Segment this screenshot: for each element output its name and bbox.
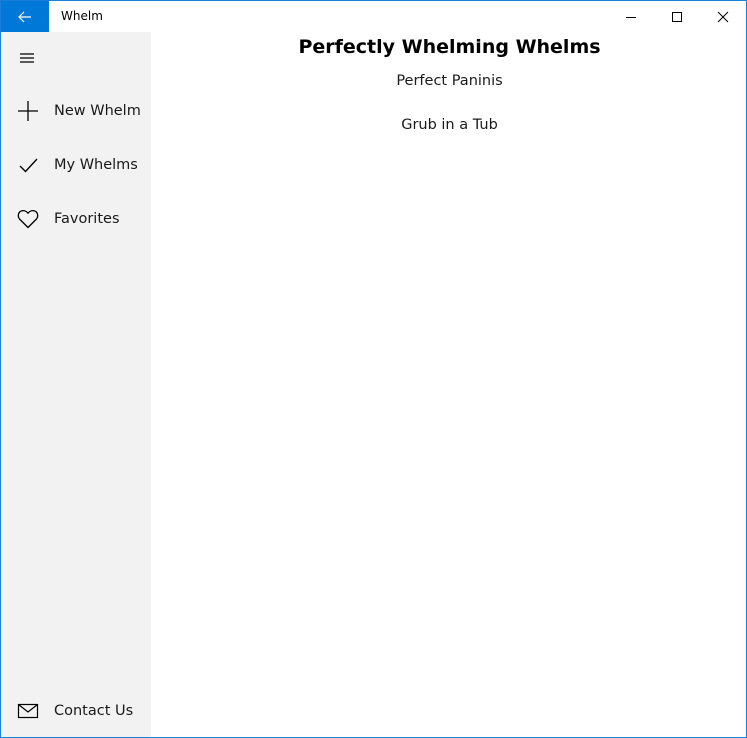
maximize-button[interactable] (654, 1, 700, 32)
close-icon (717, 11, 729, 22)
page-title: Perfectly Whelming Whelms (298, 36, 601, 58)
checkmark-icon (16, 153, 40, 177)
list-item[interactable]: Perfect Paninis (151, 73, 747, 89)
back-button[interactable] (1, 1, 49, 32)
minimize-icon (626, 16, 636, 18)
nav-item-label: New Whelm (54, 103, 141, 119)
nav-item-label: Contact Us (54, 703, 134, 719)
mail-icon (16, 699, 40, 723)
nav-item-contact-us[interactable]: Contact Us (1, 687, 151, 735)
nav-item-new-whelm[interactable]: New Whelm (1, 87, 151, 135)
hamburger-menu-button[interactable] (1, 32, 53, 84)
nav-item-label: My Whelms (54, 157, 138, 173)
hamburger-menu-icon (20, 53, 34, 63)
nav-item-label: Favorites (54, 211, 120, 227)
main-content: Perfectly Whelming Whelms Perfect Panini… (151, 32, 746, 737)
arrow-left-icon (18, 11, 31, 22)
heart-icon (16, 207, 40, 231)
close-button[interactable] (700, 1, 746, 32)
plus-icon (16, 99, 40, 123)
app-window: Whelm New Whelm My Whelms Favorites Cont… (0, 0, 747, 738)
nav-item-favorites[interactable]: Favorites (1, 195, 151, 243)
list-item[interactable]: Grub in a Tub (151, 117, 747, 133)
nav-item-my-whelms[interactable]: My Whelms (1, 141, 151, 189)
navigation-pane: New Whelm My Whelms Favorites Contact Us (1, 32, 151, 737)
app-title: Whelm (61, 9, 103, 23)
minimize-button[interactable] (608, 1, 654, 32)
title-bar: Whelm (1, 1, 746, 32)
maximize-icon (672, 11, 682, 22)
